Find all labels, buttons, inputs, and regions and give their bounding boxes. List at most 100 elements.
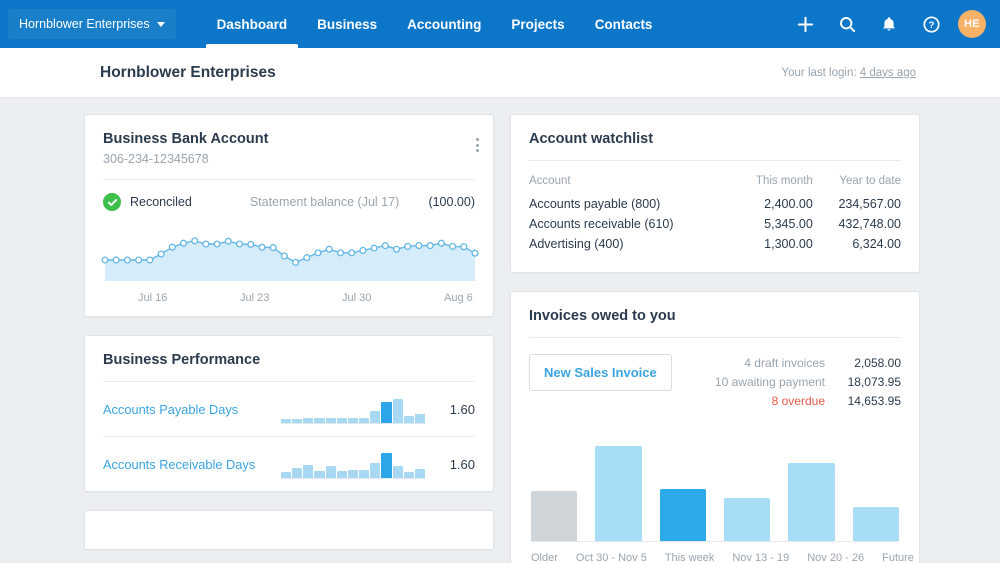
invoice-bar-column[interactable]	[531, 435, 578, 541]
table-row[interactable]: Accounts receivable (610) 5,345.00 432,7…	[529, 214, 901, 234]
draft-invoices-amount: 2,058.00	[854, 356, 901, 370]
search-icon[interactable]	[832, 9, 862, 39]
column-header-year-to-date: Year to date	[839, 175, 901, 187]
watchlist-account-name: Accounts receivable (610)	[529, 217, 674, 231]
organisation-selector[interactable]: Hornblower Enterprises	[8, 9, 176, 39]
nav-link-projects[interactable]: Projects	[496, 0, 579, 48]
watchlist-ytd: 432,748.00	[838, 217, 901, 231]
invoices-chart-axis-labels: Older Oct 30 - Nov 5 This week Nov 13 - 19 N…	[511, 542, 919, 563]
watchlist-account-name: Advertising (400)	[529, 237, 624, 251]
table-row[interactable]: Accounts payable (800) 2,400.00 234,567.…	[529, 194, 901, 214]
bank-account-number: 306-234-12345678	[103, 152, 209, 166]
statement-balance-amount: (100.00)	[428, 195, 475, 209]
sparkline-tick-label: Aug 6	[444, 292, 473, 304]
nav-link-contacts[interactable]: Contacts	[580, 0, 668, 48]
table-row[interactable]: Advertising (400) 1,300.00 6,324.00	[529, 234, 901, 254]
nav-link-accounting[interactable]: Accounting	[392, 0, 496, 48]
awaiting-payment-label: 10 awaiting payment	[714, 375, 825, 389]
column-header-account: Account	[529, 175, 571, 187]
business-performance-card: Business Performance Accounts Payable Da…	[84, 335, 494, 492]
accounts-payable-days-link[interactable]: Accounts Payable Days	[103, 402, 281, 417]
page-subheader: Hornblower Enterprises Your last login: …	[0, 48, 1000, 98]
partial-card-below	[84, 510, 494, 550]
statement-balance-label: Statement balance (Jul 17)	[249, 195, 400, 209]
accounts-receivable-days-link[interactable]: Accounts Receivable Days	[103, 457, 281, 472]
sparkbar-bar	[392, 399, 403, 424]
invoices-card-header: Invoices owed to you	[511, 292, 919, 337]
sparkbar-bar	[381, 402, 392, 424]
sparkline-axis-labels: Jul 16 Jul 23 Jul 30 Aug 6	[85, 286, 493, 316]
sparkline-svg	[101, 237, 479, 281]
sparkline-tick-label: Jul 30	[342, 292, 372, 304]
bank-status-row: Reconciled Statement balance (Jul 17) (1…	[85, 180, 493, 211]
invoices-owed-card: Invoices owed to you New Sales Invoice 4…	[510, 291, 920, 563]
overdue-label: 8 overdue	[771, 394, 825, 408]
invoice-chart-tick-label: This week	[664, 552, 715, 563]
watchlist-ytd: 6,324.00	[852, 237, 901, 251]
last-login-text: Your last login: 4 days ago	[782, 67, 916, 79]
last-login-value[interactable]: 4 days ago	[860, 67, 916, 79]
help-icon[interactable]: ?	[916, 9, 946, 39]
performance-card-title: Business Performance	[103, 352, 261, 368]
invoice-bar-column[interactable]	[595, 435, 642, 541]
invoice-bar	[788, 462, 835, 541]
watchlist-this-month: 1,300.00	[764, 237, 813, 251]
table-header-row: Account This month Year to date	[529, 175, 901, 194]
invoice-chart-tick-label: Nov 13 - 19	[732, 552, 790, 563]
business-bank-account-card: Business Bank Account 306-234-12345678 R…	[84, 114, 494, 317]
draft-invoices-label: 4 draft invoices	[744, 356, 825, 370]
invoice-bar-column[interactable]	[723, 435, 771, 541]
invoice-chart-tick-label: Nov 20 - 26	[807, 552, 865, 563]
invoice-bar	[723, 497, 771, 541]
invoices-card-title: Invoices owed to you	[529, 308, 676, 324]
performance-card-header: Business Performance	[85, 336, 493, 381]
invoice-stat-awaiting[interactable]: 10 awaiting payment 18,073.95	[675, 373, 901, 392]
invoice-bar-column[interactable]	[659, 435, 706, 541]
sparkbar-bar	[370, 463, 381, 479]
watchlist-card-header: Account watchlist	[511, 115, 919, 160]
avatar[interactable]: HE	[958, 10, 986, 38]
nav-actions: ? HE	[790, 9, 1000, 39]
watchlist-this-month: 5,345.00	[764, 217, 813, 231]
plus-icon[interactable]	[790, 9, 820, 39]
invoice-stat-draft[interactable]: 4 draft invoices 2,058.00	[675, 354, 901, 373]
svg-text:?: ?	[928, 20, 934, 31]
invoice-bar	[531, 491, 578, 541]
invoice-bar-column[interactable]	[852, 435, 899, 541]
sparkbar-bar	[392, 465, 403, 479]
accounts-receivable-days-value: 1.60	[449, 456, 475, 472]
sparkbar-bar	[381, 452, 392, 479]
invoice-bar	[852, 507, 899, 541]
left-column: Business Bank Account 306-234-12345678 R…	[84, 114, 494, 563]
sparkbar-baseline	[281, 478, 425, 479]
watchlist-this-month: 2,400.00	[764, 197, 813, 211]
bell-icon[interactable]	[874, 9, 904, 39]
top-navigation-bar: Hornblower Enterprises Dashboard Busines…	[0, 0, 1000, 48]
sparkline-tick-label: Jul 23	[240, 292, 270, 304]
organisation-name: Hornblower Enterprises	[19, 17, 150, 31]
right-column: Account watchlist Account This month Yea…	[510, 114, 920, 563]
bank-card-header: Business Bank Account 306-234-12345678	[85, 115, 493, 179]
last-login-label: Your last login:	[781, 66, 860, 79]
awaiting-payment-amount: 18,073.95	[847, 375, 901, 389]
new-sales-invoice-button[interactable]: New Sales Invoice	[529, 354, 672, 391]
sparkbar-baseline	[281, 423, 425, 424]
performance-row-payable: Accounts Payable Days 1.60	[85, 382, 493, 436]
bank-card-title[interactable]: Business Bank Account	[103, 131, 268, 147]
watchlist-account-name: Accounts payable (800)	[529, 197, 661, 211]
invoice-bar-column[interactable]	[788, 435, 835, 541]
account-watchlist-card: Account watchlist Account This month Yea…	[510, 114, 920, 273]
nav-link-dashboard[interactable]: Dashboard	[202, 0, 303, 48]
watchlist-table: Account This month Year to date Accounts…	[529, 175, 901, 254]
invoice-chart-tick-label: Future	[882, 552, 914, 563]
check-circle-icon	[103, 193, 121, 211]
accounts-payable-days-sparkbar	[281, 394, 426, 424]
invoice-stat-overdue[interactable]: 8 overdue 14,653.95	[675, 392, 901, 411]
nav-link-business[interactable]: Business	[302, 0, 392, 48]
overdue-amount: 14,653.95	[847, 394, 901, 408]
sparkline-tick-label: Jul 16	[138, 292, 168, 304]
sparkbar-bar	[303, 464, 314, 479]
watchlist-card-title: Account watchlist	[529, 131, 654, 147]
accounts-receivable-days-sparkbar	[281, 449, 426, 479]
kebab-menu-icon[interactable]	[476, 131, 479, 152]
